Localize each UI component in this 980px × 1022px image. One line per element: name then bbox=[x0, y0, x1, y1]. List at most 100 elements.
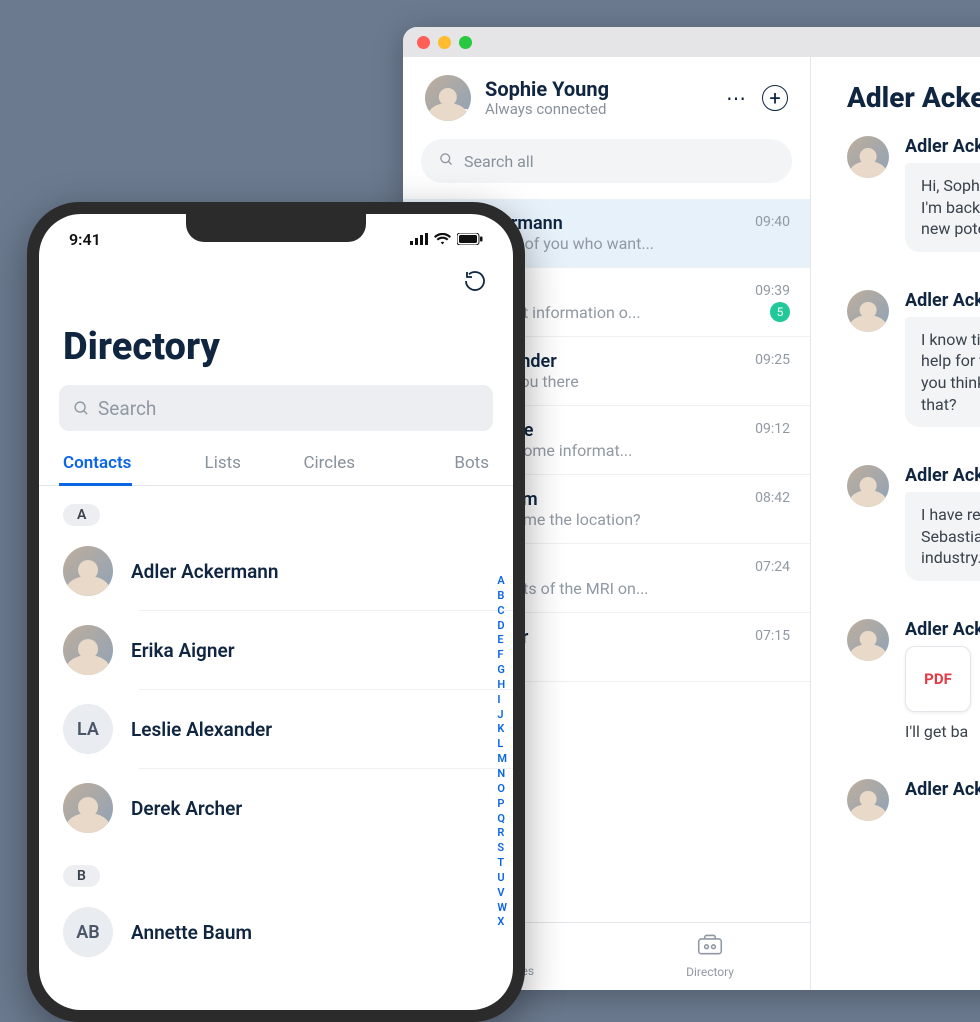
search-placeholder: Search all bbox=[464, 152, 534, 171]
alphabet-index[interactable]: ABCDEFGHIJKLMNOPQRSTUVWX bbox=[497, 574, 507, 930]
avatar bbox=[847, 136, 889, 178]
contact-name: Leslie Alexander bbox=[131, 718, 272, 741]
profile-status: Always connected bbox=[485, 101, 712, 118]
avatar: LA bbox=[63, 704, 113, 754]
avatar bbox=[847, 290, 889, 332]
message-block: Adler Acke bbox=[847, 779, 980, 821]
az-letter[interactable]: M bbox=[497, 752, 507, 767]
profile-name: Sophie Young bbox=[485, 78, 712, 101]
az-letter[interactable]: D bbox=[497, 619, 507, 634]
message-block: Adler Acke PDF I'll get ba bbox=[847, 619, 980, 741]
window-zoom-icon[interactable] bbox=[459, 36, 472, 49]
message-sender: Adler Acke bbox=[905, 290, 980, 311]
chat-time: 07:15 bbox=[755, 628, 790, 644]
message-bubble: I have reSebastiaindustry. bbox=[905, 492, 980, 581]
az-letter[interactable]: S bbox=[497, 841, 507, 856]
search-input[interactable]: Search all bbox=[421, 139, 792, 183]
contact-row[interactable]: LA Leslie Alexander bbox=[39, 690, 513, 768]
avatar bbox=[425, 75, 471, 121]
message-sender: Adler Acke bbox=[905, 779, 980, 800]
search-icon bbox=[73, 400, 90, 417]
message-sender: Adler Acke bbox=[905, 465, 980, 486]
contact-name: Annette Baum bbox=[131, 921, 252, 944]
chat-time: 09:40 bbox=[755, 214, 790, 230]
phone-notch bbox=[186, 214, 366, 242]
az-letter[interactable]: L bbox=[497, 737, 507, 752]
wifi-icon bbox=[434, 230, 451, 249]
az-letter[interactable]: G bbox=[497, 663, 507, 678]
az-letter[interactable]: C bbox=[497, 604, 507, 619]
tab-lists[interactable]: Lists bbox=[170, 441, 277, 485]
window-titlebar bbox=[403, 27, 980, 57]
window-close-icon[interactable] bbox=[417, 36, 430, 49]
avatar bbox=[847, 619, 889, 661]
az-letter[interactable]: E bbox=[497, 633, 507, 648]
message-sender: Adler Acke bbox=[905, 619, 980, 640]
az-letter[interactable]: V bbox=[497, 886, 507, 901]
az-letter[interactable]: X bbox=[497, 915, 507, 930]
az-letter[interactable]: A bbox=[497, 574, 507, 589]
conversation-title: Adler Acke bbox=[847, 81, 980, 114]
az-letter[interactable]: U bbox=[497, 871, 507, 886]
chat-time: 08:42 bbox=[755, 490, 790, 506]
avatar bbox=[847, 779, 889, 821]
tab-circles[interactable]: Circles bbox=[276, 441, 383, 485]
avatar bbox=[847, 465, 889, 507]
az-letter[interactable]: F bbox=[497, 648, 507, 663]
az-letter[interactable]: J bbox=[497, 708, 507, 723]
az-letter[interactable]: O bbox=[497, 782, 507, 797]
chat-time: 07:24 bbox=[755, 559, 790, 575]
contact-row[interactable]: Erika Aigner bbox=[39, 611, 513, 689]
tabs: ContactsListsCirclesBots bbox=[39, 441, 513, 486]
tab-contacts[interactable]: Contacts bbox=[63, 441, 170, 485]
contact-row[interactable]: AB Annette Baum bbox=[39, 893, 513, 971]
message-bubble: I know tihelp for tyou thinkthat? bbox=[905, 317, 980, 427]
avatar bbox=[63, 625, 113, 675]
nav-directory[interactable]: Directory bbox=[686, 934, 734, 979]
message-block: Adler Acke I know tihelp for tyou thinkth… bbox=[847, 290, 980, 427]
contact-name: Derek Archer bbox=[131, 797, 242, 820]
pdf-attachment[interactable]: PDF bbox=[905, 646, 971, 712]
search-icon bbox=[439, 152, 454, 171]
az-letter[interactable]: I bbox=[497, 693, 507, 708]
az-letter[interactable]: W bbox=[497, 901, 507, 916]
conversation-panel: Adler Acke Adler Acke Hi, SophiI'm backne… bbox=[811, 57, 980, 990]
az-letter[interactable]: R bbox=[497, 826, 507, 841]
az-letter[interactable]: N bbox=[497, 767, 507, 782]
az-letter[interactable]: T bbox=[497, 856, 507, 871]
tab-bots[interactable]: Bots bbox=[383, 441, 490, 485]
az-letter[interactable]: H bbox=[497, 678, 507, 693]
more-menu-button[interactable]: ⋯ bbox=[726, 86, 746, 110]
status-time: 9:41 bbox=[69, 230, 101, 249]
contact-row[interactable]: Derek Archer bbox=[39, 769, 513, 847]
compose-button[interactable]: + bbox=[762, 85, 788, 111]
status-online-icon bbox=[459, 109, 471, 121]
directory-icon bbox=[697, 934, 723, 962]
window-minimize-icon[interactable] bbox=[438, 36, 451, 49]
contact-row[interactable]: Adler Ackermann bbox=[39, 532, 513, 610]
az-letter[interactable]: K bbox=[497, 722, 507, 737]
chat-time: 09:39 bbox=[755, 283, 790, 299]
directory-search-input[interactable]: Search bbox=[59, 385, 493, 431]
current-user-profile[interactable]: Sophie Young Always connected ⋯ + bbox=[403, 57, 810, 133]
message-sender: Adler Acke bbox=[905, 136, 980, 157]
page-title: Directory bbox=[39, 295, 513, 381]
search-placeholder: Search bbox=[98, 397, 156, 420]
avatar bbox=[63, 546, 113, 596]
message-text: I'll get ba bbox=[905, 722, 980, 741]
chat-time: 09:25 bbox=[755, 352, 790, 368]
az-letter[interactable]: P bbox=[497, 797, 507, 812]
section-header: A bbox=[63, 504, 100, 526]
az-letter[interactable]: B bbox=[497, 589, 507, 604]
unread-badge: 5 bbox=[770, 302, 790, 322]
chat-time: 09:12 bbox=[755, 421, 790, 437]
section-header: B bbox=[63, 865, 100, 887]
contact-name: Adler Ackermann bbox=[131, 560, 279, 583]
az-letter[interactable]: Q bbox=[497, 812, 507, 827]
message-bubble: Hi, SophiI'm backnew pote bbox=[905, 163, 980, 252]
avatar: AB bbox=[63, 907, 113, 957]
message-block: Adler Acke Hi, SophiI'm backnew pote bbox=[847, 136, 980, 252]
battery-icon bbox=[457, 230, 483, 249]
refresh-button[interactable] bbox=[461, 267, 489, 295]
message-block: Adler Acke I have reSebastiaindustry. bbox=[847, 465, 980, 581]
